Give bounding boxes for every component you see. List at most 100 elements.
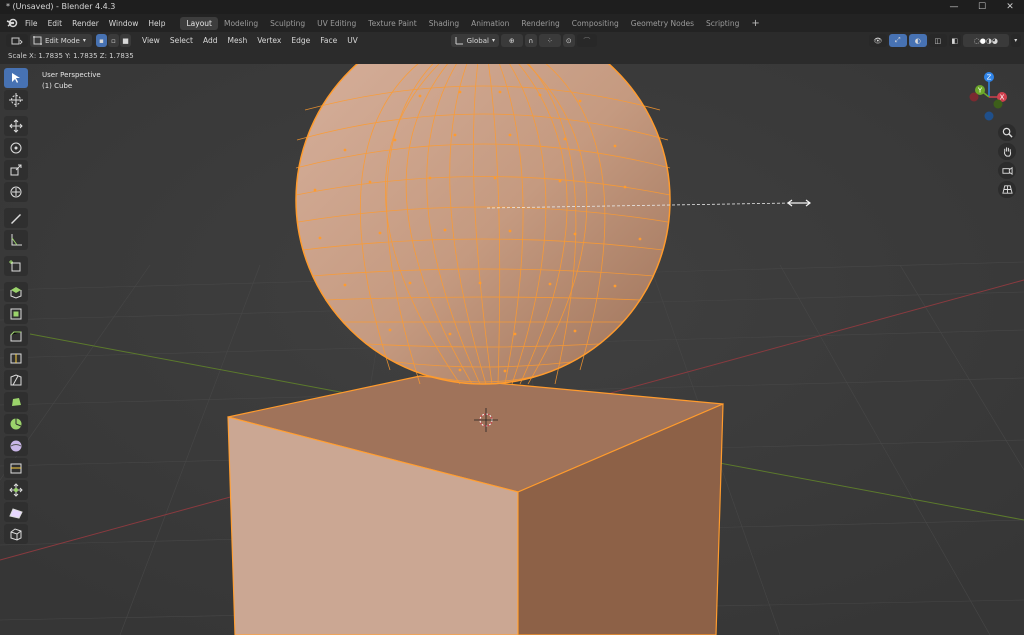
overlays-toggle-button[interactable]: ◐ xyxy=(908,34,927,47)
tool-move[interactable] xyxy=(4,116,28,136)
tab-modeling[interactable]: Modeling xyxy=(218,17,264,30)
falloff-dropdown[interactable]: ⌒ xyxy=(576,34,597,47)
tool-scale[interactable] xyxy=(4,160,28,180)
tab-uv-editing[interactable]: UV Editing xyxy=(311,17,362,30)
tab-geometry-nodes[interactable]: Geometry Nodes xyxy=(625,17,700,30)
tool-select-box[interactable] xyxy=(4,68,28,88)
menu-file[interactable]: File xyxy=(20,19,43,28)
shear-icon xyxy=(9,508,23,519)
tab-shading[interactable]: Shading xyxy=(423,17,465,30)
tool-add-cube[interactable] xyxy=(4,256,28,276)
maximize-button[interactable]: ☐ xyxy=(968,0,996,14)
mode-label: Edit Mode xyxy=(45,36,80,45)
menu-window[interactable]: Window xyxy=(104,19,144,28)
orientation-axes-icon xyxy=(455,37,463,45)
tool-annotate[interactable] xyxy=(4,208,28,228)
mesh-edit-overlays-button[interactable]: ◫ xyxy=(928,34,947,47)
pan-button[interactable] xyxy=(998,143,1016,160)
tab-animation[interactable]: Animation xyxy=(465,17,515,30)
cube-mesh[interactable] xyxy=(227,375,724,635)
tool-poly-build[interactable] xyxy=(4,392,28,412)
proportional-edit-button[interactable]: ⊙ xyxy=(562,34,575,47)
tool-rip-region[interactable] xyxy=(4,524,28,544)
neg-x-axis-icon[interactable] xyxy=(969,92,979,102)
face-select-button[interactable]: ■ xyxy=(120,34,131,47)
tool-smooth[interactable] xyxy=(4,436,28,456)
workspace-tabs: Layout Modeling Sculpting UV Editing Tex… xyxy=(180,16,745,30)
camera-view-button[interactable] xyxy=(998,162,1016,179)
tool-shear[interactable] xyxy=(4,502,28,522)
close-button[interactable]: ✕ xyxy=(996,0,1024,14)
magnet-icon: ∩ xyxy=(528,36,534,45)
minimize-button[interactable]: — xyxy=(940,0,968,14)
menu-edit[interactable]: Edit xyxy=(43,19,68,28)
tool-transform[interactable] xyxy=(4,182,28,202)
xray-toggle-button[interactable]: ◧ xyxy=(948,34,961,47)
perspective-toggle-button[interactable] xyxy=(998,181,1016,198)
loop-cut-icon xyxy=(10,353,22,364)
header-menu-vertex[interactable]: Vertex xyxy=(252,36,286,45)
annotate-icon xyxy=(11,214,21,224)
header-menu-select[interactable]: Select xyxy=(165,36,198,45)
menu-help[interactable]: Help xyxy=(143,19,170,28)
tool-bevel[interactable] xyxy=(4,326,28,346)
header-menu-view[interactable]: View xyxy=(137,36,165,45)
blender-logo-icon[interactable] xyxy=(4,15,20,31)
add-workspace-button[interactable]: + xyxy=(745,18,765,29)
tab-texture-paint[interactable]: Texture Paint xyxy=(362,17,422,30)
smooth-icon xyxy=(10,440,22,452)
header-menu-edge[interactable]: Edge xyxy=(286,36,315,45)
tool-extrude[interactable] xyxy=(4,282,28,302)
face-select-icon: ■ xyxy=(122,36,129,45)
mode-selector[interactable]: Edit Mode ▾ xyxy=(30,34,92,47)
neg-y-axis-icon[interactable] xyxy=(993,99,1003,109)
viewport-scene[interactable] xyxy=(0,64,1024,635)
3d-viewport[interactable] xyxy=(0,64,1024,635)
tool-rotate[interactable] xyxy=(4,138,28,158)
shading-options-dropdown[interactable]: ▾ xyxy=(1010,34,1021,47)
snap-target-dropdown[interactable]: ⁘ xyxy=(538,34,561,47)
tab-rendering[interactable]: Rendering xyxy=(515,17,565,30)
tool-edge-slide[interactable] xyxy=(4,458,28,478)
tool-inset[interactable] xyxy=(4,304,28,324)
edge-select-icon: ▫ xyxy=(111,36,116,45)
tab-sculpting[interactable]: Sculpting xyxy=(264,17,311,30)
vertex-select-button[interactable]: ▪ xyxy=(96,34,107,47)
neg-z-axis-icon[interactable] xyxy=(984,111,994,121)
tool-loop-cut[interactable] xyxy=(4,348,28,368)
tab-layout[interactable]: Layout xyxy=(180,16,218,30)
view-object-types-dropdown[interactable]: 👁 xyxy=(868,34,887,47)
tab-compositing[interactable]: Compositing xyxy=(566,17,625,30)
pivot-point-dropdown[interactable]: ⊕ xyxy=(500,34,523,47)
svg-text:Y: Y xyxy=(977,87,983,95)
operator-status: Scale X: 1.7835 Y: 1.7835 Z: 1.7835 xyxy=(0,49,1024,64)
tool-spin[interactable] xyxy=(4,414,28,434)
navigation-gizmo[interactable]: Z X Y xyxy=(966,70,1014,122)
gizmo-toggle-button[interactable]: ⤢ xyxy=(888,34,907,47)
snap-grid-icon: ⁘ xyxy=(546,36,553,45)
viewport-info: User Perspective (1) Cube xyxy=(42,70,101,92)
tool-cursor[interactable] xyxy=(4,90,28,110)
editor-type-icon xyxy=(11,37,23,44)
tool-measure[interactable] xyxy=(4,230,28,250)
menu-render[interactable]: Render xyxy=(67,19,104,28)
edge-select-button[interactable]: ▫ xyxy=(108,34,119,47)
header-menu-face[interactable]: Face xyxy=(315,36,342,45)
tool-knife[interactable] xyxy=(4,370,28,390)
editor-type-button[interactable] xyxy=(6,34,28,47)
header-menu-add[interactable]: Add xyxy=(198,36,223,45)
transform-orientation-dropdown[interactable]: Global ▾ xyxy=(450,34,499,47)
window-title: * (Unsaved) - Blender 4.4.3 xyxy=(6,2,116,11)
svg-text:Z: Z xyxy=(987,74,992,82)
header-menu-uv[interactable]: UV xyxy=(342,36,363,45)
bevel-icon xyxy=(10,331,22,342)
magnifier-icon xyxy=(1002,127,1013,138)
scale-icon xyxy=(10,164,22,176)
shading-mode-buttons[interactable]: ◌ ● ◑ ◕ xyxy=(962,34,1009,47)
tool-shelf xyxy=(4,68,32,546)
zoom-button[interactable] xyxy=(998,124,1016,141)
tab-scripting[interactable]: Scripting xyxy=(700,17,745,30)
snap-toggle-button[interactable]: ∩ xyxy=(524,34,537,47)
header-menu-mesh[interactable]: Mesh xyxy=(222,36,252,45)
tool-shrink-fatten[interactable] xyxy=(4,480,28,500)
